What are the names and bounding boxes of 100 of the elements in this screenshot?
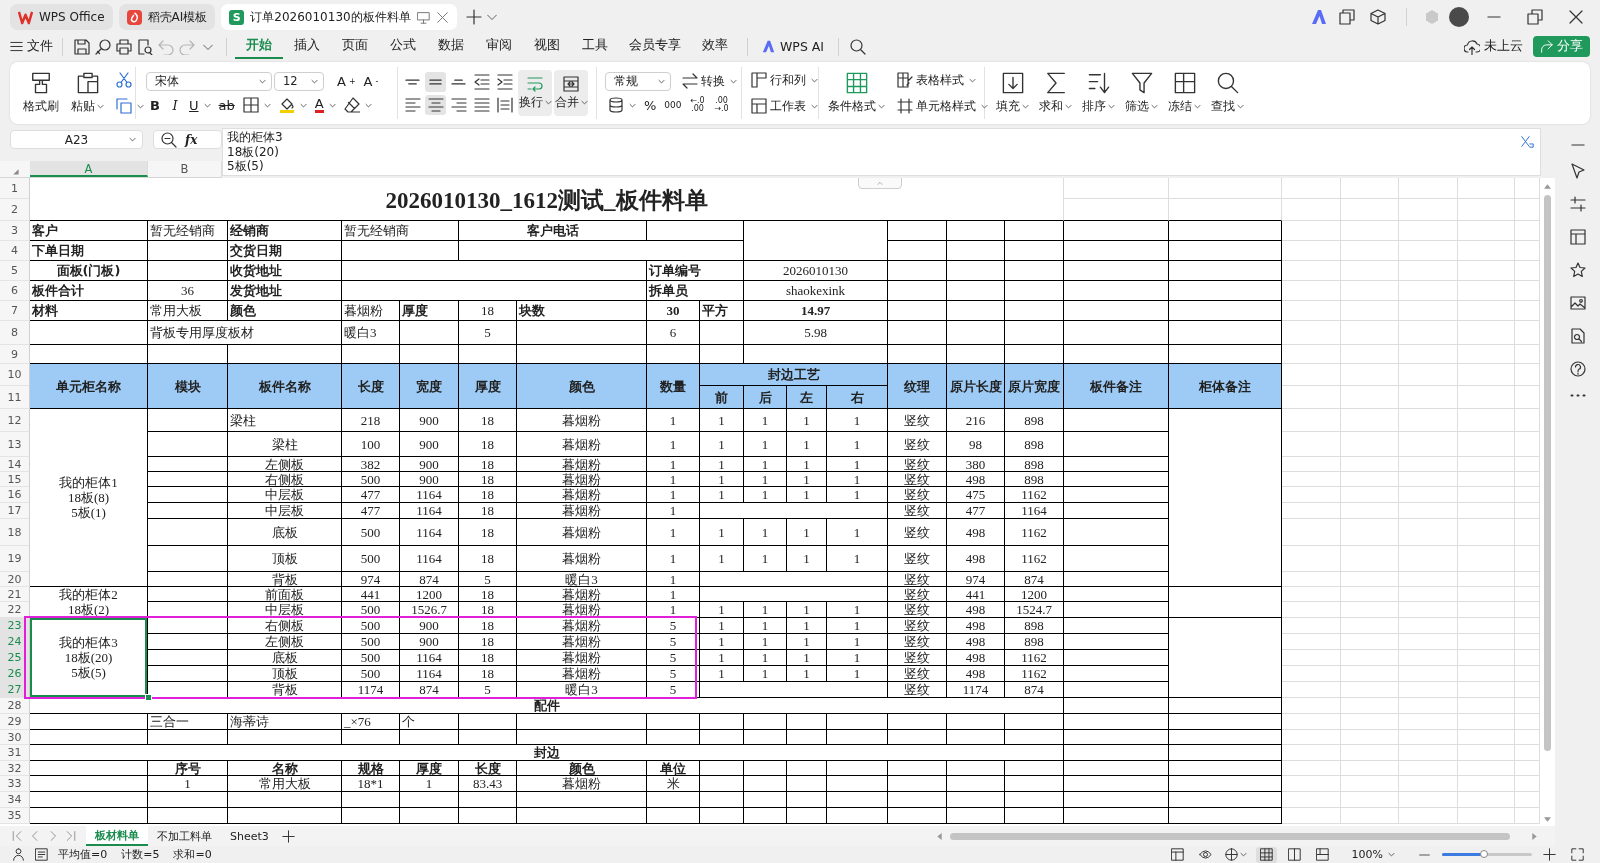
- row-header[interactable]: 33: [0, 776, 30, 792]
- filter-button[interactable]: 筛选: [1122, 72, 1161, 114]
- ribbon-tab[interactable]: 视图: [523, 34, 571, 59]
- row-header[interactable]: 20: [0, 572, 30, 587]
- ribbon-tab[interactable]: 数据: [427, 34, 475, 59]
- row-header[interactable]: 3: [0, 221, 30, 241]
- sort-button[interactable]: 排序: [1079, 72, 1118, 114]
- table-style-button[interactable]: 表格样式: [894, 70, 979, 90]
- paste-button[interactable]: 粘贴: [68, 72, 107, 114]
- row-header[interactable]: 4: [0, 241, 30, 261]
- underline-button[interactable]: U: [186, 95, 214, 115]
- table-cell: 874: [400, 682, 459, 698]
- ribbon-tab[interactable]: 审阅: [475, 34, 523, 59]
- row-header[interactable]: 2: [0, 199, 30, 221]
- ribbon-tab[interactable]: 开始: [235, 34, 283, 59]
- ribbon-tab[interactable]: 公式: [379, 34, 427, 59]
- document-tab[interactable]: 稻壳AI模板: [118, 4, 216, 30]
- format-painter-button[interactable]: 格式刷: [20, 72, 62, 114]
- sheet-tab[interactable]: 不加工料单: [148, 826, 221, 846]
- sheet-tab[interactable]: Sheet3: [221, 826, 278, 846]
- quick-access-button[interactable]: [113, 36, 134, 57]
- decimal-places-button[interactable]: .00 →.0: [710, 97, 733, 113]
- file-menu-button[interactable]: 文件: [10, 38, 54, 55]
- ai-button[interactable]: WPS AI: [756, 39, 831, 54]
- zoom-level-button[interactable]: 100%: [1351, 848, 1395, 861]
- alignment-button[interactable]: [425, 94, 446, 115]
- row-header[interactable]: 14: [0, 457, 30, 472]
- ribbon-tab[interactable]: 效率: [691, 34, 739, 59]
- row-header[interactable]: 12: [0, 409, 30, 432]
- thousands-button[interactable]: 000: [661, 95, 685, 115]
- decimal-places-button[interactable]: ←.0 .00: [686, 97, 709, 113]
- merge-cells-button[interactable]: 合并: [554, 70, 588, 116]
- ribbon-tab[interactable]: 会员专享: [619, 34, 691, 59]
- row-header[interactable]: 32: [0, 761, 30, 776]
- row-header[interactable]: 16: [0, 487, 30, 503]
- row-header[interactable]: 11: [0, 386, 30, 409]
- shrink-font-button[interactable]: A$^{-}$: [360, 71, 382, 91]
- window-button[interactable]: [1336, 6, 1358, 28]
- freeze-button[interactable]: 冻结: [1165, 72, 1204, 114]
- row-header[interactable]: 15: [0, 472, 30, 487]
- percent-button[interactable]: %: [641, 95, 660, 115]
- row-header[interactable]: 9: [0, 345, 30, 364]
- font-name-dropdown[interactable]: 宋体: [146, 71, 272, 91]
- row-header[interactable]: 8: [0, 321, 30, 345]
- row-header[interactable]: 28: [0, 698, 30, 714]
- document-tab[interactable]: S 订单2026010130的板件料单: [221, 4, 457, 30]
- rows-columns-button[interactable]: 行和列: [748, 70, 821, 90]
- bold-button[interactable]: B: [146, 95, 164, 115]
- ribbon-tab[interactable]: 插入: [283, 34, 331, 59]
- zoom-slider-track[interactable]: [1442, 853, 1532, 856]
- row-header[interactable]: 35: [0, 808, 30, 824]
- conditional-format-button[interactable]: 条件格式: [825, 72, 888, 114]
- row-header[interactable]: 1: [0, 178, 30, 199]
- row-header[interactable]: 19: [0, 546, 30, 572]
- worksheet-button[interactable]: 工作表: [748, 96, 821, 116]
- zoom-slider-thumb[interactable]: [1480, 850, 1489, 858]
- grow-font-button[interactable]: A$^{+}$: [334, 71, 359, 91]
- row-header[interactable]: 22: [0, 602, 30, 618]
- italic-button[interactable]: I: [166, 95, 184, 115]
- row-header[interactable]: 30: [0, 730, 30, 745]
- copy-button[interactable]: [113, 96, 147, 116]
- section-title: 配件: [30, 698, 1065, 714]
- row-header[interactable]: 7: [0, 301, 30, 321]
- cell-reference-field[interactable]: A23: [10, 130, 143, 149]
- ribbon-tab[interactable]: 工具: [571, 34, 619, 59]
- cut-button[interactable]: [113, 70, 135, 90]
- sum-button[interactable]: 求和: [1036, 72, 1075, 114]
- row-header[interactable]: 21: [0, 587, 30, 602]
- formula-field[interactable]: 我的柜体3 18板(20) 5板(5): [222, 128, 1541, 176]
- strikethrough-button[interactable]: ab: [215, 95, 238, 115]
- row-header[interactable]: 5: [0, 261, 30, 281]
- fill-handle[interactable]: [145, 694, 152, 701]
- fill-button[interactable]: 填充: [993, 72, 1032, 114]
- row-header[interactable]: 18: [0, 519, 30, 546]
- font-color-button[interactable]: A: [311, 95, 339, 115]
- find-button[interactable]: 查找: [1208, 72, 1247, 114]
- row-header[interactable]: 34: [0, 792, 30, 808]
- user-avatar[interactable]: [1449, 7, 1469, 27]
- font-size-dropdown[interactable]: 12: [274, 71, 324, 91]
- document-tab[interactable]: WPS Office: [10, 4, 113, 30]
- cloud-status-button[interactable]: 未上云: [1464, 38, 1523, 55]
- convert-button[interactable]: 转换: [679, 71, 740, 91]
- scrollbar-thumb[interactable]: [1544, 195, 1551, 751]
- row-header[interactable]: 17: [0, 503, 30, 519]
- insert-function-button[interactable]: fx: [185, 132, 198, 147]
- row-header[interactable]: 6: [0, 281, 30, 301]
- quick-access-button[interactable]: [71, 36, 92, 57]
- number-format-dropdown[interactable]: 常规: [605, 71, 671, 91]
- row-header[interactable]: 31: [0, 745, 30, 761]
- alignment-button[interactable]: [425, 71, 446, 92]
- normal-view-button[interactable]: [1255, 846, 1277, 863]
- share-button[interactable]: 分享: [1533, 36, 1590, 57]
- ribbon-tab[interactable]: 页面: [331, 34, 379, 59]
- cell-style-button[interactable]: 单元格样式: [894, 96, 991, 116]
- zoom-out-button[interactable]: [158, 129, 179, 150]
- sheet-tab[interactable]: 板材料单: [86, 826, 148, 846]
- row-header[interactable]: 13: [0, 432, 30, 457]
- row-header[interactable]: 10: [0, 364, 30, 386]
- row-header[interactable]: 29: [0, 714, 30, 730]
- wrap-text-button[interactable]: 换行: [518, 70, 552, 116]
